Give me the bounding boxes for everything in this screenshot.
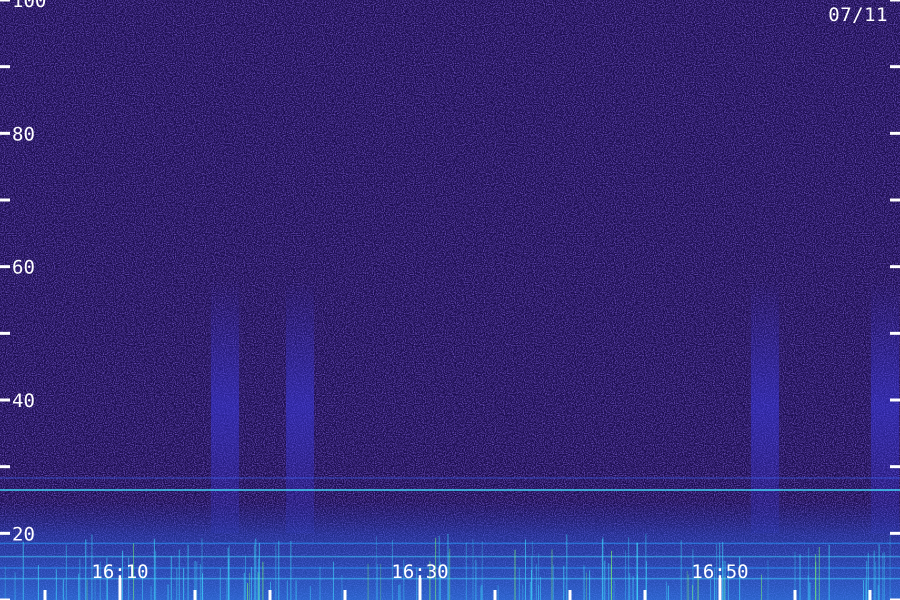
x-tick-label: 16:30	[391, 561, 448, 583]
burst-column	[751, 280, 779, 534]
burst-column	[871, 280, 899, 534]
date-label: 07/11	[828, 4, 888, 26]
y-tick-label: 100	[12, 0, 46, 12]
x-tick-label: 16:50	[691, 561, 748, 583]
y-tick-label: 80	[12, 123, 35, 145]
spectrogram-panel: 20 40 60 80 100 16:10 16:30 16:50 07/11	[0, 0, 900, 600]
burst-column	[211, 280, 239, 534]
x-tick-label: 16:10	[91, 561, 148, 583]
y-tick-label: 20	[12, 523, 35, 545]
y-tick-label: 60	[12, 257, 35, 279]
burst-column	[286, 280, 314, 534]
spectrogram-plot: 20 40 60 80 100 16:10 16:30 16:50	[0, 0, 900, 600]
y-tick-label: 40	[12, 390, 35, 412]
